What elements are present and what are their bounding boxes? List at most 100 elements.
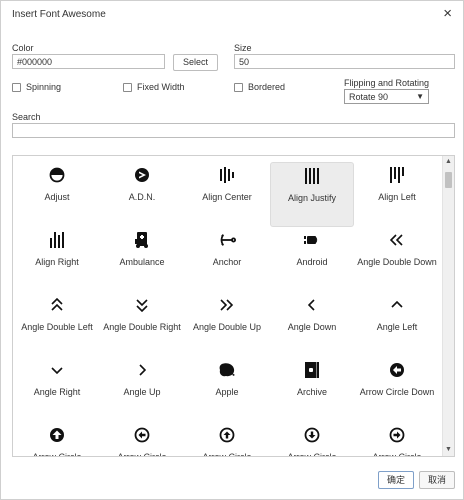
apple-icon	[185, 361, 269, 379]
icon-tile[interactable]: Arrow Circle	[355, 422, 439, 457]
bordered-label: Bordered	[248, 82, 286, 92]
select-color-button[interactable]: Select	[173, 54, 218, 71]
icon-tile[interactable]: Archive	[270, 357, 354, 422]
icon-tile[interactable]: Angle Double Right	[100, 292, 184, 357]
align-right-icon	[15, 231, 99, 249]
search-input[interactable]	[12, 123, 455, 138]
icon-tile-label: Anchor	[212, 257, 242, 267]
adn-icon	[100, 166, 184, 184]
checkbox-box[interactable]	[12, 82, 21, 92]
flipping-label: Flipping and Rotating	[344, 78, 430, 88]
scrollbar[interactable]: ▲ ▼	[442, 156, 454, 456]
size-input[interactable]	[234, 54, 455, 69]
icon-tile-label: Arrow Circle	[287, 452, 337, 457]
icon-tile-label: Angle Double Right	[103, 322, 181, 332]
size-label: Size	[234, 43, 252, 53]
insert-font-awesome-dialog: Insert Font Awesome × Color Select Size …	[0, 0, 464, 500]
flipping-value: Rotate 90	[349, 92, 389, 102]
icon-tile[interactable]: Apple	[185, 357, 269, 422]
close-icon[interactable]: ×	[443, 5, 452, 23]
angle-down-icon	[270, 296, 354, 314]
align-left-icon	[355, 166, 439, 184]
icon-tile[interactable]: Align Right	[15, 227, 99, 292]
icon-tile[interactable]: Align Justify	[270, 162, 354, 227]
scroll-up-icon[interactable]: ▲	[443, 156, 454, 168]
icon-tile[interactable]: Arrow Circle	[15, 422, 99, 456]
adjust-icon	[15, 166, 99, 184]
icon-tile[interactable]: A.D.N.	[100, 162, 184, 227]
chevron-down-icon: ▼	[416, 92, 424, 101]
arrow-circle-right-icon	[355, 426, 439, 444]
icon-tile-label: Arrow Circle	[117, 452, 167, 457]
icon-tile-label: Angle Double Up	[192, 322, 262, 332]
icon-tile-label: Align Center	[202, 192, 252, 202]
checkbox-box[interactable]	[234, 82, 243, 92]
icon-tile-label: Align Justify	[287, 193, 337, 203]
arrow-circle-up-icon	[15, 426, 99, 444]
icon-tile[interactable]: Align Center	[185, 162, 269, 227]
angle-up-icon	[100, 361, 184, 379]
icon-tile-label: Archive	[296, 387, 327, 397]
icon-tile[interactable]: Angle Double Down	[355, 227, 439, 292]
dialog-title: Insert Font Awesome	[12, 9, 106, 20]
color-label: Color	[12, 43, 34, 53]
align-justify-icon	[271, 167, 353, 185]
color-input[interactable]	[12, 54, 165, 69]
arrow-circle-left-icon	[100, 426, 184, 444]
archive-icon	[270, 361, 354, 379]
icon-tile[interactable]: Arrow Circle	[185, 422, 269, 457]
icon-tile-label: Arrow Circle	[202, 452, 252, 457]
icon-tile[interactable]: Arrow Circle	[100, 422, 184, 457]
icon-tile[interactable]: Angle Left	[355, 292, 439, 357]
icon-tile-label: Angle Up	[123, 387, 161, 397]
spinning-label: Spinning	[26, 82, 62, 92]
icon-tile[interactable]: Angle Double Left	[15, 292, 99, 357]
arrow-circle-down-icon	[355, 361, 439, 379]
icon-tile[interactable]: Angle Up	[100, 357, 184, 422]
icon-tile[interactable]: Ambulance	[100, 227, 184, 292]
arrow-circle-up-icon	[185, 426, 269, 444]
ok-button[interactable]: 确定	[378, 471, 414, 489]
icon-tile-label: Android	[296, 257, 328, 267]
icon-tile-label: Align Right	[35, 257, 79, 267]
angle-right-icon	[15, 361, 99, 379]
bordered-checkbox[interactable]: Bordered	[234, 82, 285, 92]
icon-tile[interactable]: Angle Right	[15, 357, 99, 422]
arrow-circle-down-icon	[270, 426, 354, 444]
icon-tile-label: Align Left	[378, 192, 416, 202]
icon-grid-panel: Adjust A.D.N. Align Center Align Justify Ali…	[12, 155, 455, 457]
icon-tile-label: Angle Right	[33, 387, 81, 397]
scrollbar-thumb[interactable]	[445, 172, 452, 188]
icon-tile-label: Ambulance	[119, 257, 165, 267]
icon-tile[interactable]: Angle Double Up	[185, 292, 269, 357]
icon-tile[interactable]: Angle Down	[270, 292, 354, 357]
icon-tile-label: A.D.N.	[128, 192, 156, 202]
align-center-icon	[185, 166, 269, 184]
anchor-icon	[185, 231, 269, 249]
angle-left-icon	[355, 296, 439, 314]
android-icon	[270, 231, 354, 249]
icon-tile-label: Apple	[215, 387, 239, 397]
checkbox-box[interactable]	[123, 82, 132, 92]
icon-tile-label: Arrow Circle Down	[359, 387, 435, 397]
icon-tile[interactable]: Android	[270, 227, 354, 292]
scroll-down-icon[interactable]: ▼	[443, 444, 454, 456]
icon-tile[interactable]: Adjust	[15, 162, 99, 227]
icon-tile-label: Angle Down	[287, 322, 337, 332]
icon-tile-label: Adjust	[44, 192, 70, 202]
angle-double-down-icon	[355, 231, 439, 249]
icon-tile[interactable]: Arrow Circle	[270, 422, 354, 457]
ambulance-icon	[100, 231, 184, 249]
fixed-width-label: Fixed Width	[137, 82, 185, 92]
flipping-select[interactable]: Rotate 90 ▼	[344, 89, 429, 104]
icon-tile[interactable]: Arrow Circle Down	[355, 357, 439, 422]
icon-tile-label: Angle Left	[376, 322, 418, 332]
icon-tile[interactable]: Anchor	[185, 227, 269, 292]
fixed-width-checkbox[interactable]: Fixed Width	[123, 82, 185, 92]
cancel-button[interactable]: 取消	[419, 471, 455, 489]
icon-tile-label: Angle Double Down	[357, 257, 437, 267]
icon-tile-label: Arrow Circle	[372, 452, 422, 457]
icon-tile-label: Angle Double Left	[21, 322, 93, 332]
spinning-checkbox[interactable]: Spinning	[12, 82, 61, 92]
icon-tile[interactable]: Align Left	[355, 162, 439, 227]
